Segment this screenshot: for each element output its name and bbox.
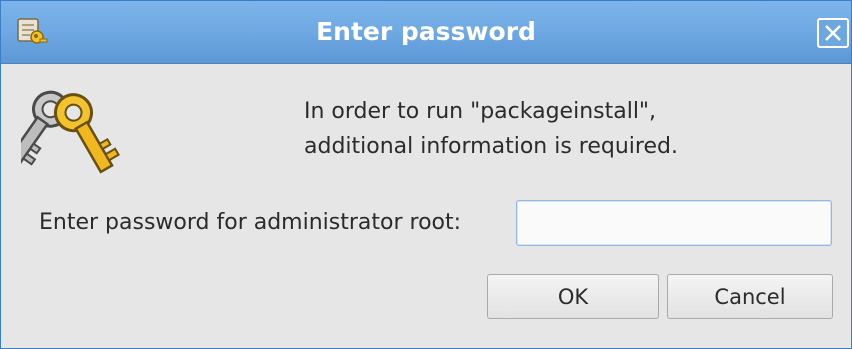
password-dialog-window: Enter password In order to run "packagei… [0, 0, 852, 349]
info-message: In order to run "packageinstall", additi… [304, 94, 678, 164]
password-label: Enter password for administrator root: [39, 210, 462, 235]
message-line-2: additional information is required. [304, 134, 678, 159]
password-input[interactable] [516, 200, 832, 246]
dialog-body: In order to run "packageinstall", additi… [1, 64, 851, 348]
cancel-button[interactable]: Cancel [667, 274, 833, 319]
close-button[interactable] [817, 18, 849, 48]
window-title: Enter password [316, 17, 536, 46]
keys-icon [8, 82, 131, 182]
ok-button[interactable]: OK [487, 274, 659, 319]
title-bar[interactable]: Enter password [1, 1, 851, 64]
message-line-1: In order to run "packageinstall", [304, 99, 657, 124]
